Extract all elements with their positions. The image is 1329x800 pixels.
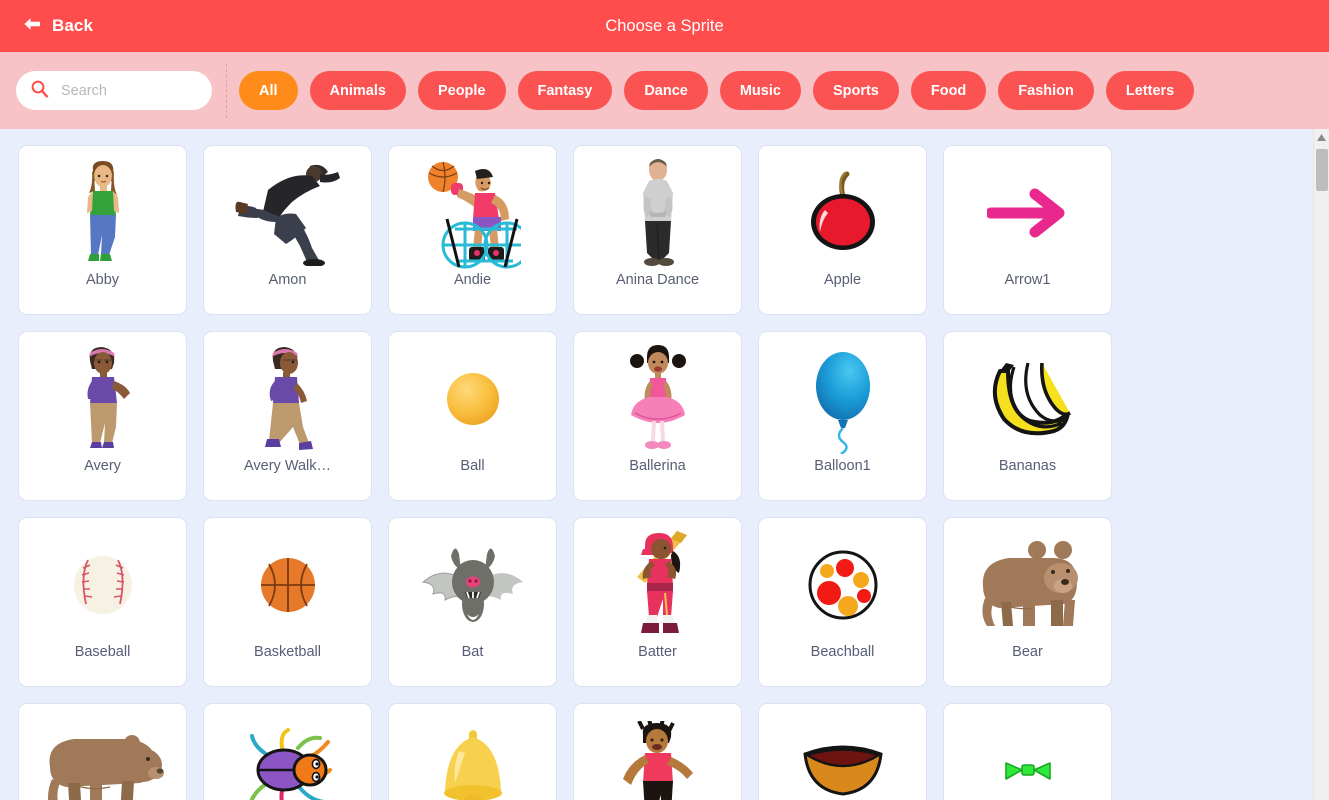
library-header: Back Choose a Sprite xyxy=(0,0,1329,52)
sprite-card-ben[interactable] xyxy=(573,703,742,800)
sprite-avery-icon xyxy=(19,340,186,458)
sprite-apple-icon xyxy=(759,154,926,272)
sprite-ballerina-icon xyxy=(574,340,741,458)
sprite-label: Andie xyxy=(453,272,492,288)
sprite-grid: Abby Amon Andie Anina Dance Apple Arrow1… xyxy=(0,129,1120,800)
sprite-card-balloon1[interactable]: Balloon1 xyxy=(758,331,927,501)
sprite-bowl-icon xyxy=(759,712,926,800)
sprite-baseball-icon xyxy=(19,526,186,644)
sprite-label: Avery Walk… xyxy=(243,458,331,474)
sprite-label: Amon xyxy=(268,272,307,288)
sprite-bear-icon xyxy=(944,526,1111,644)
sprite-card-beachball[interactable]: Beachball xyxy=(758,517,927,687)
filter-bar: All Animals People Fantasy Dance Music S… xyxy=(0,52,1329,129)
sprite-card-avery-walking[interactable]: Avery Walk… xyxy=(203,331,372,501)
sprite-ball-icon xyxy=(389,340,556,458)
sprite-abby-icon xyxy=(19,154,186,272)
sprite-card-bowtie[interactable] xyxy=(943,703,1112,800)
sprite-label: Avery xyxy=(84,458,121,474)
vertical-scrollbar[interactable] xyxy=(1313,129,1329,800)
sprite-label: Bear xyxy=(1012,644,1043,660)
sprite-beetle-icon xyxy=(204,712,371,800)
sprite-beachball-icon xyxy=(759,526,926,644)
sprite-card-apple[interactable]: Apple xyxy=(758,145,927,315)
back-label: Back xyxy=(52,16,94,35)
sprite-ben-icon xyxy=(574,712,741,800)
sprite-bat-icon xyxy=(389,526,556,644)
sprite-basketball-icon xyxy=(204,526,371,644)
sprite-card-bananas[interactable]: Bananas xyxy=(943,331,1112,501)
sprite-bell-icon xyxy=(389,712,556,800)
sprite-label: Abby xyxy=(85,272,120,288)
sprite-label: Balloon1 xyxy=(814,458,871,474)
sprite-batter-icon xyxy=(574,526,741,644)
sprite-amon-icon xyxy=(204,154,371,272)
sprite-label: Bat xyxy=(461,644,484,660)
sprite-card-bear[interactable]: Bear xyxy=(943,517,1112,687)
sprite-card-ball[interactable]: Ball xyxy=(388,331,557,501)
sprite-card-anina-dance[interactable]: Anina Dance xyxy=(573,145,742,315)
tag-people[interactable]: People xyxy=(417,71,506,110)
tag-dance[interactable]: Dance xyxy=(624,71,708,110)
sprite-bear-walking-icon xyxy=(19,712,186,800)
sprite-library-body: Abby Amon Andie Anina Dance Apple Arrow1… xyxy=(0,129,1329,800)
sprite-card-arrow1[interactable]: Arrow1 xyxy=(943,145,1112,315)
sprite-label: Ballerina xyxy=(629,458,686,474)
sprite-bowtie-icon xyxy=(944,712,1111,800)
search-box[interactable] xyxy=(16,71,212,110)
sprite-card-amon[interactable]: Amon xyxy=(203,145,372,315)
filter-divider xyxy=(226,63,227,118)
sprite-avery-walking-icon xyxy=(204,340,371,458)
sprite-andie-icon xyxy=(389,154,556,272)
sprite-label: Arrow1 xyxy=(1004,272,1051,288)
sprite-card-bowl[interactable] xyxy=(758,703,927,800)
sprite-arrow1-icon xyxy=(944,154,1111,272)
sprite-label: Baseball xyxy=(74,644,131,660)
sprite-label: Apple xyxy=(823,272,862,288)
tag-letters[interactable]: Letters xyxy=(1105,71,1195,110)
sprite-label: Batter xyxy=(638,644,677,660)
sprite-label: Basketball xyxy=(254,644,321,660)
tag-all[interactable]: All xyxy=(239,71,298,110)
tag-fantasy[interactable]: Fantasy xyxy=(517,71,613,110)
sprite-card-batter[interactable]: Batter xyxy=(573,517,742,687)
back-button[interactable]: Back xyxy=(22,16,93,37)
sprite-card-ballerina[interactable]: Ballerina xyxy=(573,331,742,501)
page-title: Choose a Sprite xyxy=(605,16,724,35)
sprite-card-bear-walking[interactable] xyxy=(18,703,187,800)
sprite-card-beetle[interactable] xyxy=(203,703,372,800)
tag-list: All Animals People Fantasy Dance Music S… xyxy=(239,71,1195,110)
search-input[interactable] xyxy=(61,82,181,99)
tag-fashion[interactable]: Fashion xyxy=(998,71,1094,110)
sprite-bananas-icon xyxy=(944,340,1111,458)
tag-animals[interactable]: Animals xyxy=(309,71,406,110)
sprite-card-bell[interactable] xyxy=(388,703,557,800)
sprite-label: Beachball xyxy=(810,644,875,660)
tag-sports[interactable]: Sports xyxy=(812,71,899,110)
sprite-label: Ball xyxy=(460,458,485,474)
sprite-card-basketball[interactable]: Basketball xyxy=(203,517,372,687)
sprite-card-abby[interactable]: Abby xyxy=(18,145,187,315)
sprite-label: Bananas xyxy=(998,458,1057,474)
sprite-card-avery[interactable]: Avery xyxy=(18,331,187,501)
sprite-anina-dance-icon xyxy=(574,154,741,272)
scrollbar-thumb[interactable] xyxy=(1316,149,1328,191)
tag-music[interactable]: Music xyxy=(719,71,801,110)
sprite-card-bat[interactable]: Bat xyxy=(388,517,557,687)
arrow-left-icon xyxy=(22,16,42,37)
sprite-card-baseball[interactable]: Baseball xyxy=(18,517,187,687)
sprite-card-andie[interactable]: Andie xyxy=(388,145,557,315)
triangle-up-icon[interactable] xyxy=(1314,129,1329,146)
sprite-balloon1-icon xyxy=(759,340,926,458)
search-icon xyxy=(30,79,49,103)
tag-food[interactable]: Food xyxy=(910,71,987,110)
sprite-label: Anina Dance xyxy=(615,272,700,288)
